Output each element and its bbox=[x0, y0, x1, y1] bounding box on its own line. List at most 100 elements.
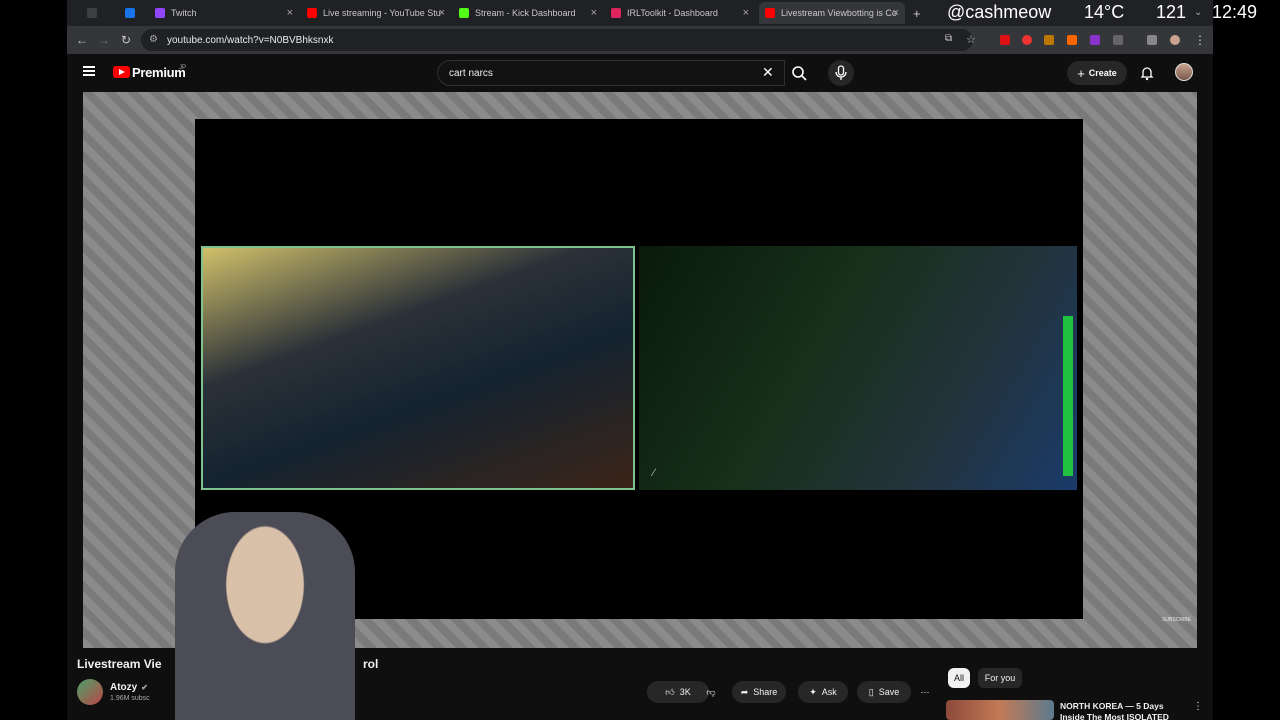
back-icon[interactable]: ← bbox=[76, 33, 88, 47]
clock-time: 12:49 bbox=[1212, 1, 1258, 22]
video-player[interactable]: ⁄ SUBSCRIBE bbox=[83, 92, 1197, 720]
tab-active-video[interactable]: Livestream Viewbotting is Co × bbox=[759, 2, 905, 24]
tab-menu-icon bbox=[87, 8, 97, 18]
chip-for-you[interactable]: For you bbox=[978, 668, 1022, 688]
browser-window: Twitch × Live streaming - YouTube Stu × … bbox=[67, 0, 1213, 720]
reading-list-icon[interactable] bbox=[1147, 35, 1157, 45]
like-count: 3K bbox=[679, 687, 691, 697]
youtube-icon bbox=[307, 8, 317, 18]
extensions-puzzle-icon[interactable] bbox=[1113, 35, 1123, 45]
extension-icon[interactable] bbox=[1044, 35, 1054, 45]
extension-icon[interactable] bbox=[1067, 35, 1077, 45]
reload-icon[interactable]: ↻ bbox=[121, 33, 131, 47]
chip-label: For you bbox=[984, 673, 1016, 683]
bookmark-star-icon[interactable]: ☆ bbox=[966, 33, 976, 46]
tab-twitch[interactable]: Twitch × bbox=[155, 2, 293, 24]
more-actions-button[interactable]: ⋯ bbox=[915, 681, 935, 703]
close-icon[interactable]: × bbox=[743, 7, 749, 19]
verified-check-icon: ✔ bbox=[141, 683, 148, 692]
reactor-webcam-overlay bbox=[175, 512, 355, 720]
tab-label: IRLToolkit - Dashboard bbox=[627, 8, 718, 18]
channel-name[interactable]: Atozy ✔ bbox=[110, 682, 148, 693]
more-horizontal-icon: ⋯ bbox=[920, 686, 930, 697]
tab-label: Stream - Kick Dashboard bbox=[475, 8, 576, 18]
webcam-feed-left bbox=[201, 246, 635, 490]
new-tab-button[interactable]: + bbox=[913, 2, 925, 24]
site-info-icon[interactable]: ⚙ bbox=[149, 34, 158, 45]
tab-kick[interactable]: Stream - Kick Dashboard × bbox=[459, 2, 597, 24]
sparkle-icon: ✦ bbox=[809, 686, 817, 697]
youtube-icon bbox=[765, 8, 775, 18]
kebab-menu-icon[interactable]: ⋮ bbox=[1193, 701, 1203, 712]
chevron-down-icon[interactable]: ⌄ bbox=[1194, 0, 1202, 24]
search-input[interactable]: cart narcs bbox=[437, 60, 785, 86]
rgb-light-strip bbox=[1063, 316, 1073, 476]
share-button[interactable]: ➦ Share bbox=[732, 681, 786, 703]
share-label: Share bbox=[753, 687, 778, 697]
save-button[interactable]: ▯ Save bbox=[857, 681, 911, 703]
close-icon[interactable]: × bbox=[893, 7, 899, 19]
twitch-icon bbox=[155, 8, 165, 18]
clear-search-icon[interactable]: ✕ bbox=[762, 64, 774, 81]
pinned-tab-icon bbox=[125, 8, 135, 18]
ask-label: Ask bbox=[821, 687, 837, 697]
profile-icon[interactable] bbox=[1170, 35, 1180, 45]
recommended-video-title[interactable]: NORTH KOREA — 5 Days Inside The Most ISO… bbox=[1060, 701, 1190, 720]
ask-button[interactable]: ✦ Ask bbox=[798, 681, 848, 703]
plus-icon: + bbox=[1077, 65, 1085, 81]
close-icon[interactable]: × bbox=[439, 7, 445, 19]
youtube-logo-icon[interactable] bbox=[113, 66, 130, 78]
video-title: Livestream Vie bbox=[77, 657, 162, 671]
temperature-readout: 14°C bbox=[1084, 1, 1125, 22]
channel-name-text: Atozy bbox=[110, 682, 138, 693]
counter-readout: 121 bbox=[1156, 1, 1187, 22]
share-arrow-icon: ➦ bbox=[740, 686, 749, 697]
dislike-button[interactable]: 👎︎ bbox=[699, 681, 723, 703]
notifications-bell-icon[interactable] bbox=[1139, 65, 1155, 81]
hamburger-menu-icon[interactable] bbox=[83, 66, 95, 76]
tab-youtube-studio[interactable]: Live streaming - YouTube Stu × bbox=[307, 2, 445, 24]
subscriber-count: 1.96M subsc bbox=[110, 695, 150, 702]
chip-all[interactable]: All bbox=[948, 668, 970, 688]
tab-search-icon[interactable] bbox=[87, 2, 101, 24]
create-label: Create bbox=[1088, 68, 1117, 78]
close-icon[interactable]: × bbox=[591, 7, 597, 19]
webcam-feed-right bbox=[639, 246, 1077, 490]
extension-icon[interactable] bbox=[1022, 35, 1032, 45]
screen: Twitch × Live streaming - YouTube Stu × … bbox=[0, 0, 1280, 720]
kebab-menu-icon[interactable]: ⋮ bbox=[1194, 33, 1206, 47]
tab-pinned[interactable] bbox=[125, 2, 139, 24]
microphone-icon[interactable] bbox=[828, 60, 854, 86]
muted-mic-icon: ⁄ bbox=[653, 467, 655, 479]
address-url: youtube.com/watch?v=N0BVBhksnxk bbox=[167, 34, 334, 46]
create-button[interactable]: + Create bbox=[1067, 61, 1127, 85]
search-input-value: cart narcs bbox=[449, 67, 493, 79]
region-code: JP bbox=[179, 65, 187, 71]
youtube-brand[interactable]: Premium bbox=[132, 65, 186, 80]
tab-label: Livestream Viewbotting is Co bbox=[781, 8, 897, 18]
irltoolkit-icon bbox=[611, 8, 621, 18]
extension-icon[interactable] bbox=[1000, 35, 1010, 45]
kick-icon bbox=[459, 8, 469, 18]
close-icon[interactable]: × bbox=[287, 7, 293, 19]
save-label: Save bbox=[878, 687, 900, 697]
recommended-video-thumbnail[interactable] bbox=[946, 700, 1054, 720]
thumbs-down-icon: 👎︎ bbox=[706, 686, 716, 697]
forward-icon[interactable]: → bbox=[98, 33, 110, 47]
tab-label: Live streaming - YouTube Stu bbox=[323, 8, 441, 18]
subscribe-watermark[interactable]: SUBSCRIBE bbox=[1162, 617, 1191, 623]
channel-avatar[interactable] bbox=[77, 679, 103, 705]
chip-label: All bbox=[953, 673, 964, 683]
browser-toolbar: ← → ↻ ⚙ youtube.com/watch?v=N0BVBhksnxk … bbox=[67, 26, 1213, 54]
video-title-end: rol bbox=[363, 657, 379, 671]
address-bar[interactable]: ⚙ youtube.com/watch?v=N0BVBhksnxk bbox=[141, 29, 973, 51]
extension-icon[interactable] bbox=[1090, 35, 1100, 45]
bookmark-icon: ▯ bbox=[868, 686, 874, 697]
account-avatar[interactable] bbox=[1175, 63, 1193, 81]
search-icon[interactable] bbox=[785, 60, 813, 86]
youtube-header: Premium JP cart narcs ✕ + Create bbox=[67, 54, 1213, 92]
streamer-handle: @cashmeow bbox=[947, 1, 1052, 22]
tab-label: Twitch bbox=[171, 8, 197, 18]
cast-icon[interactable]: ⧉ bbox=[945, 33, 952, 44]
tab-irltoolkit[interactable]: IRLToolkit - Dashboard × bbox=[611, 2, 749, 24]
